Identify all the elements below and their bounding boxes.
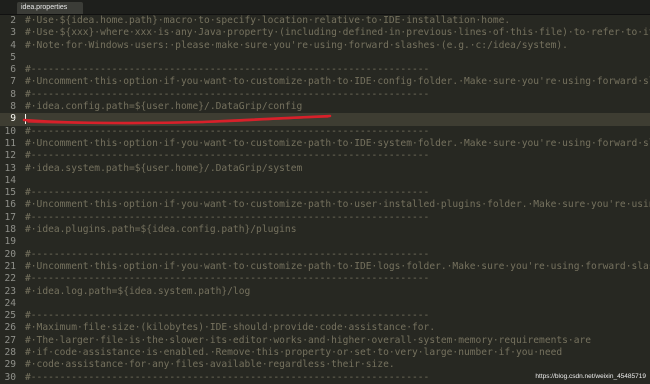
line-number: 15 (4, 187, 16, 199)
line-text: #---------------------------------------… (25, 187, 430, 199)
line-number: 11 (4, 137, 16, 149)
line-text: #·Maximum·file·size·(kilobytes)·IDE·shou… (25, 322, 436, 334)
code-line: 23 #·idea.log.path=${idea.system.path}/lo… (0, 286, 650, 298)
line-text: #·Use·${xxx}·where·xxx·is·any·Java·prope… (25, 27, 650, 39)
code-line: 11 #·Uncomment·this·option·if·you·want·to… (0, 138, 650, 150)
line-number: 25 (4, 310, 16, 322)
line-number: 20 (4, 248, 16, 260)
line-number: 24 (4, 297, 16, 309)
line-number: 19 (4, 236, 16, 248)
line-number: 18 (4, 224, 16, 236)
line-number: 7 (10, 76, 16, 88)
line-text: #·idea.config.path=${user.home}/.DataGri… (25, 101, 303, 113)
code-line: 6 #--------------------------------------… (0, 64, 650, 76)
line-number: 21 (4, 260, 16, 272)
line-number: 4 (10, 39, 16, 51)
code-line: 3 #·Use·${xxx}·where·xxx·is·any·Java·prop… (0, 27, 650, 39)
line-number: 27 (4, 334, 16, 346)
line-number: 28 (4, 347, 16, 359)
line-number: 8 (10, 88, 16, 100)
code-line: 25 #-------------------------------------… (0, 310, 650, 322)
code-line: 13 #·idea.system.path=${user.home}/.DataG… (0, 163, 650, 175)
line-text: #·The·larger·file·is·the·slower·its·edit… (25, 334, 592, 346)
code-line: 26 #·Maximum·file·size·(kilobytes)·IDE·sh… (0, 322, 650, 334)
line-text: #---------------------------------------… (25, 125, 430, 137)
line-number: 30 (4, 371, 16, 383)
code-line: 14 (0, 175, 650, 187)
line-number: 3 (10, 27, 16, 39)
line-number: 10 (4, 125, 16, 137)
line-number: 13 (4, 162, 16, 174)
line-text: #---------------------------------------… (25, 88, 430, 100)
line-text: #·idea.plugins.path=${idea.config.path}/… (25, 224, 297, 236)
line-text: #·Note·for·Windows·users:·please·make·su… (25, 39, 568, 51)
line-text: #---------------------------------------… (25, 150, 430, 162)
code-line: 22 #-------------------------------------… (0, 273, 650, 285)
current-line: 9 (0, 113, 650, 126)
line-number: 8 (10, 101, 16, 113)
watermark-text: https://blog.csdn.net/weixin_45485719 (535, 373, 646, 380)
line-text: #·Uncomment·this·option·if·you·want·to·c… (25, 199, 650, 211)
line-number: 2 (10, 15, 16, 26)
code-line: 17 #-------------------------------------… (0, 212, 650, 224)
code-line: 18 #·idea.plugins.path=${idea.config.path… (0, 224, 650, 236)
line-number: 17 (4, 211, 16, 223)
line-number: 5 (10, 51, 16, 63)
code-line: 21 #·Uncomment·this·option·if·you·want·to… (0, 261, 650, 273)
line-text: #·code·assistance·for·any·files·availabl… (25, 359, 395, 371)
line-text: #---------------------------------------… (25, 248, 430, 260)
line-text: #---------------------------------------… (25, 371, 430, 383)
text-cursor (25, 114, 26, 125)
line-text: #·Uncomment·this·option·if·you·want·to·c… (25, 137, 650, 149)
code-line: 19 (0, 236, 650, 248)
editor-window: idea.properties 2 #·Use·${idea.home.path}… (0, 0, 650, 384)
line-text: #·Uncomment·this·option·if·you·want·to·c… (25, 76, 650, 88)
code-line: 20 #-------------------------------------… (0, 249, 650, 261)
line-text: #·Uncomment·this·option·if·you·want·to·c… (25, 260, 650, 272)
line-text: #---------------------------------------… (25, 310, 430, 322)
line-text: #---------------------------------------… (25, 211, 430, 223)
tab-idea-properties[interactable]: idea.properties (17, 2, 83, 14)
line-number: 9 (10, 113, 16, 125)
line-text: #---------------------------------------… (25, 64, 430, 76)
line-number: 14 (4, 174, 16, 186)
code-editor[interactable]: 2 #·Use·${idea.home.path}·macro·to·specif… (0, 15, 650, 384)
line-text: #·if·code·assistance·is·enabled.·Remove·… (25, 347, 563, 359)
line-number: 26 (4, 322, 16, 334)
code-line: 29 #·code·assistance·for·any·files·availa… (0, 359, 650, 371)
code-line: 2 #·Use·${idea.home.path}·macro·to·specif… (0, 15, 650, 27)
line-text: #·idea.system.path=${user.home}/.DataGri… (25, 162, 303, 174)
line-number: 12 (4, 150, 16, 162)
line-number: 23 (4, 285, 16, 297)
line-number: 29 (4, 359, 16, 371)
code-line: 24 (0, 298, 650, 310)
code-line: 16 #·Uncomment·this·option·if·you·want·to… (0, 199, 650, 211)
code-line: 27 #·The·larger·file·is·the·slower·its·ed… (0, 335, 650, 347)
code-line: 4 #·Note·for·Windows·users:·please·make·s… (0, 40, 650, 52)
code-line: 7 #·Uncomment·this·option·if·you·want·to·… (0, 76, 650, 88)
line-number: 22 (4, 273, 16, 285)
code-line: 15 #-------------------------------------… (0, 187, 650, 199)
line-text: #---------------------------------------… (25, 273, 430, 285)
tab-bar: idea.properties (0, 0, 650, 15)
code-line: 5 (0, 52, 650, 64)
code-line: 10 #-------------------------------------… (0, 126, 650, 138)
line-text: #·Use·${idea.home.path}·macro·to·specify… (25, 15, 511, 26)
code-line: 8 #--------------------------------------… (0, 89, 650, 101)
code-line: 28 #·if·code·assistance·is·enabled.·Remov… (0, 347, 650, 359)
line-number: 16 (4, 199, 16, 211)
line-number: 6 (10, 64, 16, 76)
code-line: 12 #-------------------------------------… (0, 150, 650, 162)
line-text: #·idea.log.path=${idea.system.path}/log (25, 285, 251, 297)
code-line: 8 #·idea.config.path=${user.home}/.DataGr… (0, 101, 650, 113)
